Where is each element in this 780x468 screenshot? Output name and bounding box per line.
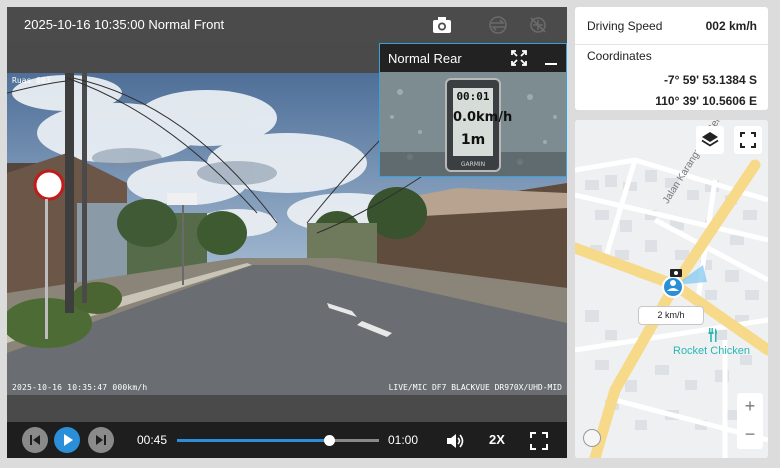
camera-icon[interactable]	[431, 15, 453, 35]
layers-icon	[701, 132, 719, 147]
poi-label[interactable]: Rocket Chicken	[673, 345, 750, 357]
playback-controls: 00:45 01:00 2X	[7, 422, 567, 458]
player-top-bar: 2025-10-16 10:35:00 Normal Front	[7, 7, 567, 43]
play-icon	[64, 434, 73, 446]
coordinates-label: Coordinates	[587, 49, 652, 63]
driving-speed-label: Driving Speed	[587, 19, 663, 33]
restaurant-icon	[707, 328, 719, 342]
gps-off-icon[interactable]	[527, 15, 549, 35]
divider	[575, 44, 768, 45]
minimize-icon[interactable]	[542, 49, 560, 67]
volume-icon[interactable]	[445, 431, 465, 451]
osd-timestamp: 2025-10-16 10:35:47 000km/h	[12, 383, 148, 392]
pip-header: Normal Rear	[380, 44, 566, 72]
expand-icon[interactable]	[510, 49, 528, 67]
gps-speed: 0.0km/h	[453, 110, 513, 125]
previous-button[interactable]	[22, 427, 48, 453]
playback-speed-button[interactable]: 2X	[489, 432, 505, 447]
trip-info-panel: Driving Speed 002 km/h Coordinates -7° 5…	[575, 7, 768, 110]
gps-time: 00:01	[456, 90, 490, 103]
map-fullscreen-button[interactable]	[734, 126, 762, 154]
gps-device-display: 00:01 0.0km/h 1m GARMIN	[445, 78, 513, 172]
zoom-controls: + −	[737, 393, 763, 449]
video-title: 2025-10-16 10:35:00 Normal Front	[24, 17, 225, 32]
play-button[interactable]	[54, 427, 80, 453]
video-player: 2025-10-16 10:35:00 Normal Front Ruas 00…	[7, 7, 567, 458]
current-time: 00:45	[137, 433, 168, 447]
pip-title: Normal Rear	[388, 51, 462, 66]
total-time: 01:00	[388, 433, 419, 447]
zoom-in-button[interactable]: +	[737, 393, 763, 421]
osd-top-left: Ruas 003	[12, 76, 51, 85]
longitude-value: 110° 39' 10.5606 E	[655, 94, 757, 108]
gps-distance: 1m	[460, 132, 486, 148]
next-button[interactable]	[88, 427, 114, 453]
osd-device: LIVE/MIC DF7 BLACKVUE DR970X/UHD-MID	[388, 383, 562, 392]
map-view[interactable]: Jalan Karangmojo-Ser Rocket Chicken 2 km…	[575, 120, 768, 458]
seek-progress	[177, 439, 329, 442]
skip-back-icon	[30, 435, 40, 445]
rear-camera-view: 00:01 0.0km/h 1m GARMIN	[380, 72, 566, 176]
layers-button[interactable]	[696, 126, 724, 154]
driving-speed-value: 002 km/h	[705, 19, 757, 33]
compass-icon[interactable]	[583, 429, 601, 447]
swap-camera-icon[interactable]	[487, 15, 509, 35]
gps-brand: GARMIN	[460, 161, 486, 168]
latitude-value: -7° 59' 53.1384 S	[663, 73, 757, 87]
map-fullscreen-icon	[740, 132, 756, 148]
vehicle-speed-label: 2 km/h	[638, 306, 704, 325]
fullscreen-icon[interactable]	[529, 431, 549, 451]
seek-bar[interactable]	[177, 435, 379, 446]
skip-forward-icon	[96, 435, 106, 445]
zoom-out-button[interactable]: −	[737, 421, 763, 449]
seek-handle[interactable]	[323, 435, 335, 446]
rear-camera-pip[interactable]: Normal Rear 00:01 0.0km/h 1m GARMIN	[379, 43, 567, 177]
gps-screen: 00:01 0.0km/h 1m	[453, 88, 513, 156]
